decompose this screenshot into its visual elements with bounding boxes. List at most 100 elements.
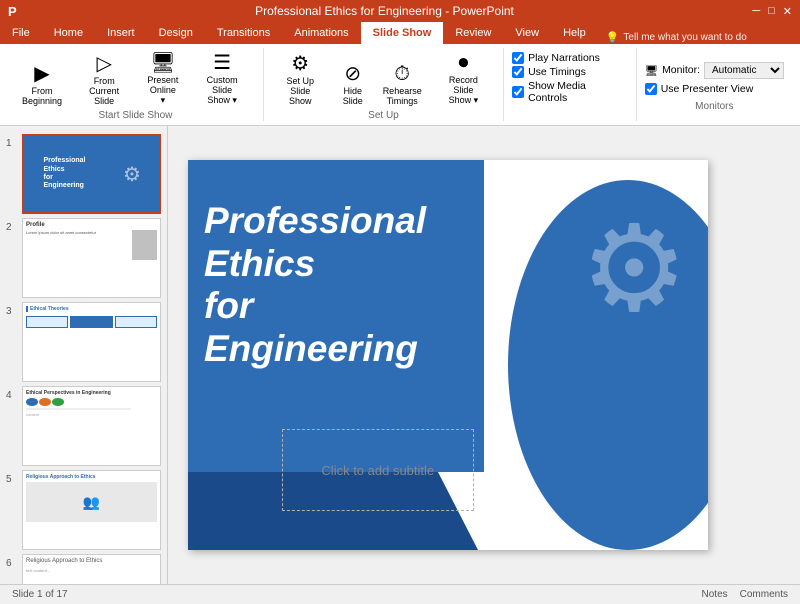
custom-slide-label: Custom SlideShow ▾	[195, 75, 248, 106]
slide-num-3: 3	[6, 306, 16, 317]
setup-items: ⚙ Set UpSlide Show ⊘ HideSlide ⏱ Rehears…	[272, 48, 495, 108]
thumb3-boxes	[26, 316, 157, 328]
checkbox-group: Play Narrations Use Timings Show Media C…	[512, 48, 628, 108]
record-icon: ⏺	[458, 53, 468, 73]
thumb1-content: ProfessionalEthicsforEngineering ⚙	[24, 136, 159, 212]
show-media-checkbox[interactable]: Show Media Controls	[512, 80, 628, 104]
slide-img-4[interactable]: Ethical Perspectives in Engineering cont…	[22, 386, 161, 466]
tab-view[interactable]: View	[503, 22, 551, 44]
status-right: Notes Comments	[702, 589, 788, 600]
tab-help[interactable]: Help	[551, 22, 598, 44]
tab-review[interactable]: Review	[443, 22, 503, 44]
title-line1: Professional	[204, 200, 426, 243]
slide-thumb-1[interactable]: 1 ProfessionalEthicsforEngineering ⚙	[6, 134, 161, 214]
thumb1-left: ProfessionalEthicsforEngineering	[24, 136, 105, 212]
tab-insert[interactable]: Insert	[95, 22, 147, 44]
rehearse-icon: ⏱	[394, 64, 410, 84]
thumb1-title: ProfessionalEthicsforEngineering	[43, 157, 85, 191]
search-box[interactable]: Tell me what you want to do	[623, 32, 746, 43]
start-slideshow-items: ▶ FromBeginning ▷ FromCurrent Slide 🖥 Pr…	[16, 48, 255, 108]
slide-num-4: 4	[6, 390, 16, 401]
tab-slideshow[interactable]: Slide Show	[361, 22, 444, 44]
notes-button[interactable]: Notes	[702, 589, 728, 600]
monitor-select[interactable]: Automatic	[704, 62, 784, 79]
hide-slide-button[interactable]: ⊘ HideSlide	[333, 62, 373, 108]
thumb6-title: Religious Approach to Ethics	[26, 558, 157, 564]
thumb5-image: 👥	[26, 482, 157, 522]
present-online-button[interactable]: 🖥 PresentOnline ▾	[140, 51, 185, 108]
tab-design[interactable]: Design	[147, 22, 205, 44]
rehearse-label: RehearseTimings	[383, 86, 422, 106]
rehearse-button[interactable]: ⏱ RehearseTimings	[377, 62, 428, 108]
title-bar: P Professional Ethics for Engineering - …	[0, 0, 800, 22]
tab-transitions[interactable]: Transitions	[205, 22, 282, 44]
slide-img-6[interactable]: Religious Approach to Ethics text conten…	[22, 554, 161, 584]
tab-animations[interactable]: Animations	[282, 22, 360, 44]
slide-thumb-2[interactable]: 2 Profile Lorem ipsum dolor sit amet con…	[6, 218, 161, 298]
custom-slide-icon: ☰	[213, 53, 231, 73]
present-online-icon: 🖥	[150, 53, 175, 73]
tab-home[interactable]: Home	[42, 22, 95, 44]
play-narrations-input[interactable]	[512, 52, 524, 64]
presenter-view-checkbox[interactable]: Use Presenter View	[645, 83, 784, 95]
ribbon-group-checkboxes: Play Narrations Use Timings Show Media C…	[504, 48, 637, 121]
setup-slideshow-label: Set UpSlide Show	[278, 76, 323, 106]
window-title: Professional Ethics for Engineering - Po…	[17, 4, 753, 18]
play-narrations-checkbox[interactable]: Play Narrations	[512, 52, 628, 64]
title-line2: Ethics	[204, 243, 426, 286]
monitor-icon: 🖥	[645, 64, 658, 77]
slide-num-1: 1	[6, 138, 16, 149]
record-label: Record SlideShow ▾	[438, 75, 489, 106]
from-beginning-label: FromBeginning	[22, 86, 62, 106]
slide-img-3[interactable]: Ethical Theories	[22, 302, 161, 382]
status-bar: Slide 1 of 17 Notes Comments	[0, 584, 800, 604]
presenter-view-input[interactable]	[645, 83, 657, 95]
from-current-label: FromCurrent Slide	[78, 76, 130, 106]
slide-gear-icon: ⚙	[580, 200, 688, 339]
title-line4: Engineering	[204, 328, 426, 371]
thumb3-box-3	[115, 316, 157, 328]
present-online-label: PresentOnline ▾	[146, 75, 179, 106]
thumb5-title: Religious Approach to Ethics	[26, 474, 157, 480]
from-beginning-button[interactable]: ▶ FromBeginning	[16, 62, 68, 108]
use-timings-input[interactable]	[512, 66, 524, 78]
comments-button[interactable]: Comments	[740, 589, 788, 600]
slide-img-2[interactable]: Profile Lorem ipsum dolor sit amet conse…	[22, 218, 161, 298]
ribbon-content: ▶ FromBeginning ▷ FromCurrent Slide 🖥 Pr…	[0, 44, 800, 125]
thumb2-content: Profile Lorem ipsum dolor sit amet conse…	[23, 219, 160, 297]
window-controls[interactable]: ─□✕	[752, 5, 792, 18]
use-timings-checkbox[interactable]: Use Timings	[512, 66, 628, 78]
thumb2-body: Lorem ipsum dolor sit amet consectetur	[26, 230, 157, 260]
thumb3-header: Ethical Theories	[26, 306, 157, 312]
hide-slide-label: HideSlide	[343, 86, 363, 106]
setup-slideshow-icon: ⚙	[291, 54, 309, 74]
thumb4-title: Ethical Perspectives in Engineering	[26, 390, 157, 396]
slide-thumb-5[interactable]: 5 Religious Approach to Ethics 👥	[6, 470, 161, 550]
slide-img-5[interactable]: Religious Approach to Ethics 👥	[22, 470, 161, 550]
ribbon-tabs: File Home Insert Design Transitions Anim…	[0, 22, 800, 44]
slide-thumb-4[interactable]: 4 Ethical Perspectives in Engineering co…	[6, 386, 161, 466]
show-media-input[interactable]	[512, 86, 524, 98]
subtitle-placeholder-box[interactable]: Click to add subtitle	[282, 429, 474, 511]
slide-img-1[interactable]: ProfessionalEthicsforEngineering ⚙	[22, 134, 161, 214]
slide-canvas[interactable]: ⚙ Professional Ethics for Engineering Cl…	[188, 160, 708, 550]
thumb2-text: Lorem ipsum dolor sit amet consectetur	[26, 230, 130, 260]
thumb1-right: ⚙	[105, 136, 159, 212]
from-current-button[interactable]: ▷ FromCurrent Slide	[72, 52, 136, 108]
custom-slide-button[interactable]: ☰ Custom SlideShow ▾	[189, 51, 254, 108]
record-button[interactable]: ⏺ Record SlideShow ▾	[432, 51, 495, 108]
slide-count: Slide 1 of 17	[12, 589, 68, 600]
slide-num-2: 2	[6, 222, 16, 233]
tab-file[interactable]: File	[0, 22, 42, 44]
show-media-label: Show Media Controls	[528, 80, 628, 104]
slide-thumb-6[interactable]: 6 Religious Approach to Ethics text cont…	[6, 554, 161, 584]
setup-slideshow-button[interactable]: ⚙ Set UpSlide Show	[272, 52, 329, 108]
slide-thumb-3[interactable]: 3 Ethical Theories	[6, 302, 161, 382]
ribbon: File Home Insert Design Transitions Anim…	[0, 22, 800, 126]
thumb2-header: Profile	[26, 222, 157, 228]
thumb3-content: Ethical Theories	[23, 303, 160, 381]
slide-main-title[interactable]: Professional Ethics for Engineering	[204, 200, 426, 370]
title-line3: for	[204, 285, 426, 328]
ribbon-group-start-slideshow: ▶ FromBeginning ▷ FromCurrent Slide 🖥 Pr…	[8, 48, 264, 121]
setup-group-label: Set Up	[368, 110, 399, 121]
